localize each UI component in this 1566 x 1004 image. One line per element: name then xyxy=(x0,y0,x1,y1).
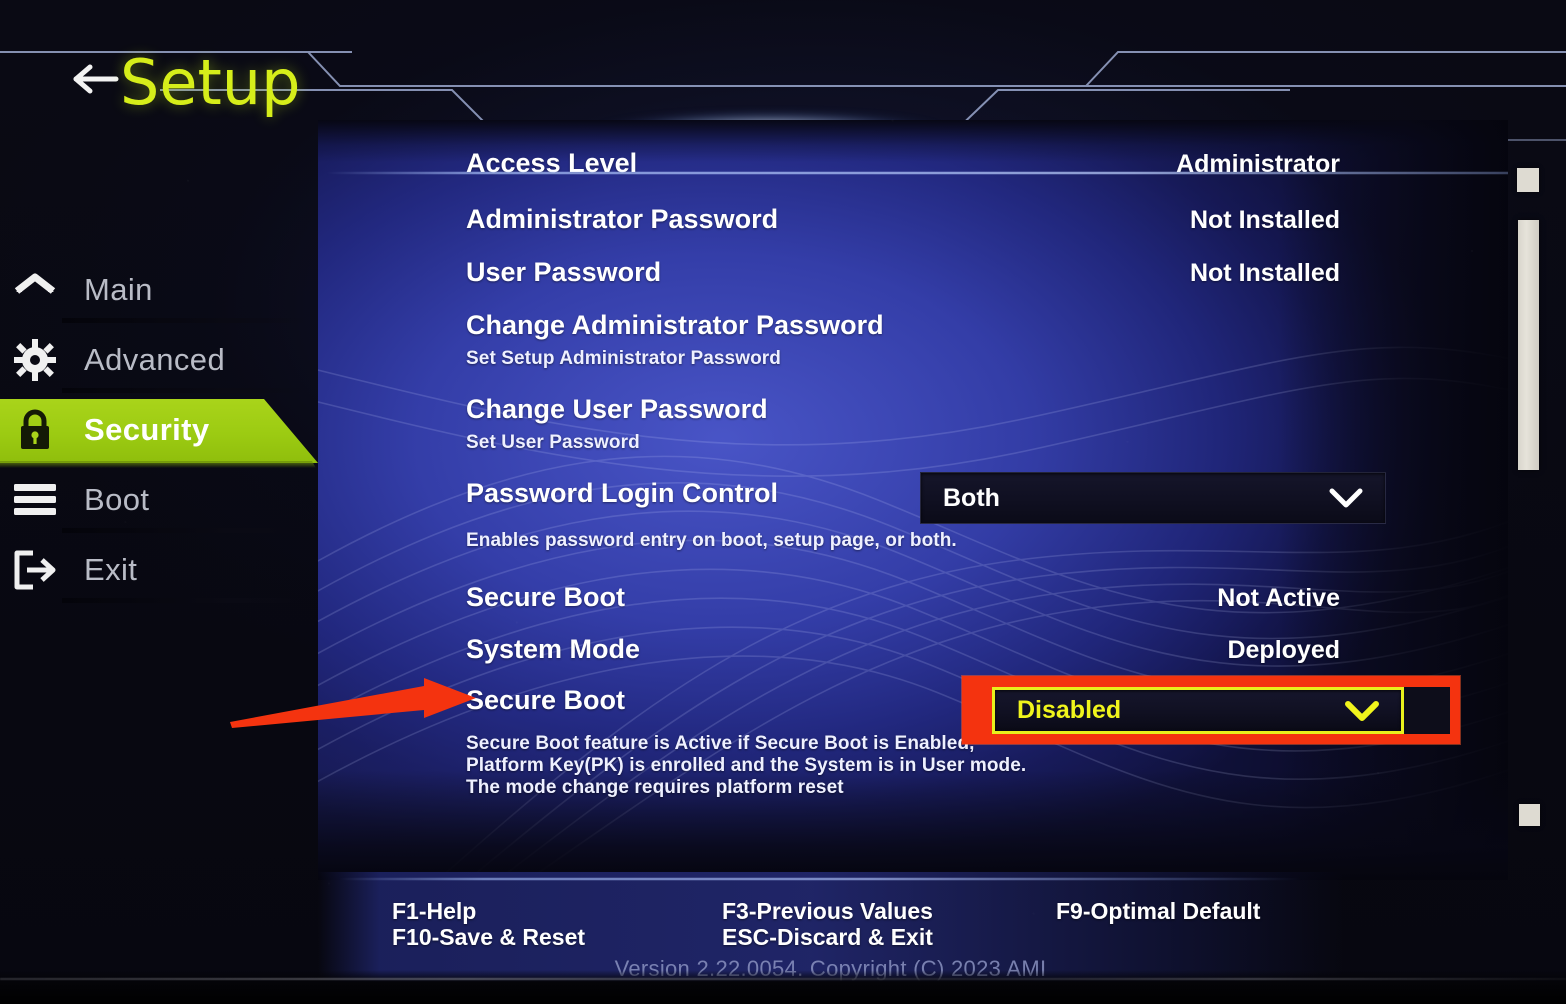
setting-label: Change User Password xyxy=(466,394,768,424)
setting-row-access-level: Access Level Administrator xyxy=(326,148,1508,204)
setting-label: Password Login Control xyxy=(466,478,779,508)
setting-value: Deployed xyxy=(1227,636,1340,664)
scroll-down-button[interactable] xyxy=(1519,804,1540,826)
lock-icon xyxy=(4,409,66,451)
setting-value: Administrator xyxy=(1176,150,1340,178)
sidebar-item-label: Security xyxy=(84,412,210,447)
sidebar-item-exit[interactable]: Exit xyxy=(0,535,330,605)
setting-value: Not Installed xyxy=(1189,259,1340,287)
scrollbar[interactable] xyxy=(1515,168,1541,828)
setting-label: Change Administrator Password xyxy=(466,310,884,340)
hotkey-f3-previous-values[interactable]: F3-Previous Values xyxy=(722,898,933,925)
sidebar-item-label: Main xyxy=(84,272,153,307)
setting-help-text: Enables password entry on boot, setup pa… xyxy=(466,530,957,551)
setting-value: Not Installed xyxy=(1189,206,1340,234)
secure-boot-dropdown[interactable]: Disabled xyxy=(992,687,1404,734)
setting-row-change-user-password[interactable]: Change User Password xyxy=(466,394,1486,432)
sidebar-divider xyxy=(62,528,306,533)
sidebar-divider xyxy=(62,318,306,323)
setting-label: Secure Boot xyxy=(466,582,626,612)
sidebar-item-advanced[interactable]: Advanced xyxy=(0,325,330,395)
scroll-up-button[interactable] xyxy=(1517,168,1539,192)
left-arrow-icon[interactable] xyxy=(68,62,120,96)
setting-row-administrator-password: Administrator Password Not Installed xyxy=(466,204,1486,257)
setting-help-change-administrator-password: Set Setup Administrator Password xyxy=(466,348,1486,394)
footer: F1-Help F10-Save & Reset F3-Previous Val… xyxy=(318,872,1343,992)
setting-label: Access Level xyxy=(466,148,638,178)
setting-help-text: Set User Password xyxy=(466,432,640,453)
bios-version-text: Version 2.22.0054. Copyright (C) 2023 AM… xyxy=(614,956,1047,981)
dropdown-value: Disabled xyxy=(1017,696,1122,724)
sidebar-item-label: Exit xyxy=(84,552,138,587)
row-divider xyxy=(326,172,1508,174)
home-icon xyxy=(4,272,66,308)
password-login-control-dropdown[interactable]: Both xyxy=(920,472,1386,524)
hotkey-f1-help[interactable]: F1-Help xyxy=(392,898,476,925)
sidebar-item-label: Boot xyxy=(84,482,150,517)
red-highlight-box: Disabled xyxy=(962,676,1460,744)
setting-help-line-2: Platform Key(PK) is enrolled and the Sys… xyxy=(466,755,1027,776)
sidebar-item-boot[interactable]: Boot xyxy=(0,465,330,535)
setting-row-change-administrator-password[interactable]: Change Administrator Password xyxy=(466,310,1486,348)
footer-divider xyxy=(338,878,1303,880)
setting-row-password-login-control: Password Login Control Both xyxy=(466,472,1486,530)
setting-label: System Mode xyxy=(466,634,641,664)
dropdown-value: Both xyxy=(943,483,1000,512)
bios-setup-screen: Setup Main Advanced Security Boot Exit A… xyxy=(0,0,1566,1004)
sidebar-item-label: Advanced xyxy=(84,342,226,377)
chevron-down-icon xyxy=(1329,488,1363,508)
setting-label: User Password xyxy=(466,257,662,287)
sidebar-item-security[interactable]: Security xyxy=(0,395,330,468)
setting-help-line-3: The mode change requires platform reset xyxy=(466,777,844,798)
scrollbar-thumb[interactable] xyxy=(1518,220,1539,470)
setting-row-secure-boot-status: Secure Boot Not Active xyxy=(466,582,1486,634)
setting-help-text: Set Setup Administrator Password xyxy=(466,348,782,369)
sidebar: Main Advanced Security Boot Exit xyxy=(0,255,330,605)
settings-panel: Access Level Administrator Administrator… xyxy=(318,120,1508,880)
sidebar-divider xyxy=(62,598,306,603)
setting-help-password-login-control: Enables password entry on boot, setup pa… xyxy=(466,530,1486,582)
gear-icon xyxy=(4,339,66,381)
sidebar-item-main[interactable]: Main xyxy=(0,255,330,325)
setting-label: Secure Boot xyxy=(466,685,626,715)
dropdown-right-panel xyxy=(1404,687,1450,734)
hotkey-esc-discard-exit[interactable]: ESC-Discard & Exit xyxy=(722,924,933,951)
layers-icon xyxy=(4,483,66,517)
chevron-down-icon xyxy=(1345,700,1379,721)
page-title: Setup xyxy=(120,46,301,119)
setting-value: Not Active xyxy=(1217,584,1340,612)
setting-row-user-password: User Password Not Installed xyxy=(466,257,1486,310)
hotkey-f10-save-reset[interactable]: F10-Save & Reset xyxy=(392,924,585,951)
setting-label: Administrator Password xyxy=(466,204,779,234)
sidebar-divider xyxy=(62,388,306,393)
exit-icon xyxy=(4,550,66,590)
hotkey-f9-optimal-default[interactable]: F9-Optimal Default xyxy=(1056,898,1260,925)
